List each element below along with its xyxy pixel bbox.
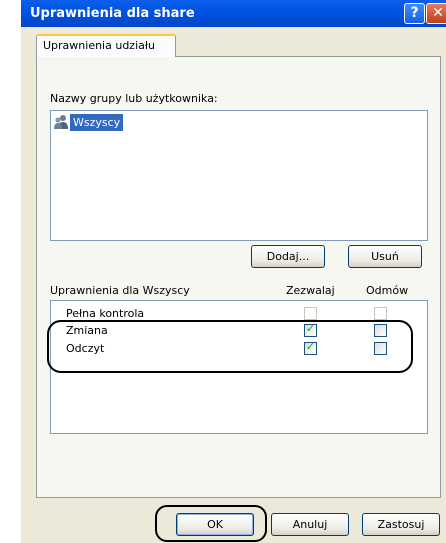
ok-highlight-callout — [155, 505, 267, 542]
permission-name-full-control: Pełna kontrola — [66, 307, 145, 320]
tab-panel: Nazwy grupy lub użytkownika: Wszyscy Dod… — [36, 56, 441, 498]
dialog-window: Uprawnienia dla share ? ✕ Uprawnienia ud… — [21, 0, 446, 543]
cancel-button[interactable]: Anuluj — [271, 513, 349, 536]
permissions-highlight-callout — [47, 320, 413, 373]
close-icon: ✕ — [432, 5, 444, 21]
add-button[interactable]: Dodaj... — [251, 245, 325, 268]
help-icon: ? — [410, 5, 419, 21]
close-button[interactable]: ✕ — [426, 3, 446, 24]
tab-share-permissions[interactable]: Uprawnienia udziału — [36, 34, 176, 57]
deny-column-header: Odmów — [366, 284, 409, 297]
full-control-deny-checkbox[interactable] — [374, 307, 387, 320]
permissions-label: Uprawnienia dla Wszyscy — [50, 284, 190, 297]
allow-column-header: Zezwalaj — [286, 284, 335, 297]
window-title: Uprawnienia dla share — [30, 6, 195, 21]
user-group-icon — [53, 114, 69, 130]
group-name: Wszyscy — [70, 114, 124, 131]
title-bar[interactable]: Uprawnienia dla share ? ✕ — [21, 0, 446, 27]
groups-listbox[interactable]: Wszyscy — [50, 110, 428, 241]
remove-button[interactable]: Usuń — [348, 245, 422, 268]
list-item[interactable]: Wszyscy — [53, 114, 124, 131]
apply-button[interactable]: Zastosuj — [362, 513, 440, 536]
help-button[interactable]: ? — [404, 3, 425, 24]
full-control-allow-checkbox[interactable] — [304, 307, 317, 320]
groups-label: Nazwy grupy lub użytkownika: — [50, 92, 218, 105]
